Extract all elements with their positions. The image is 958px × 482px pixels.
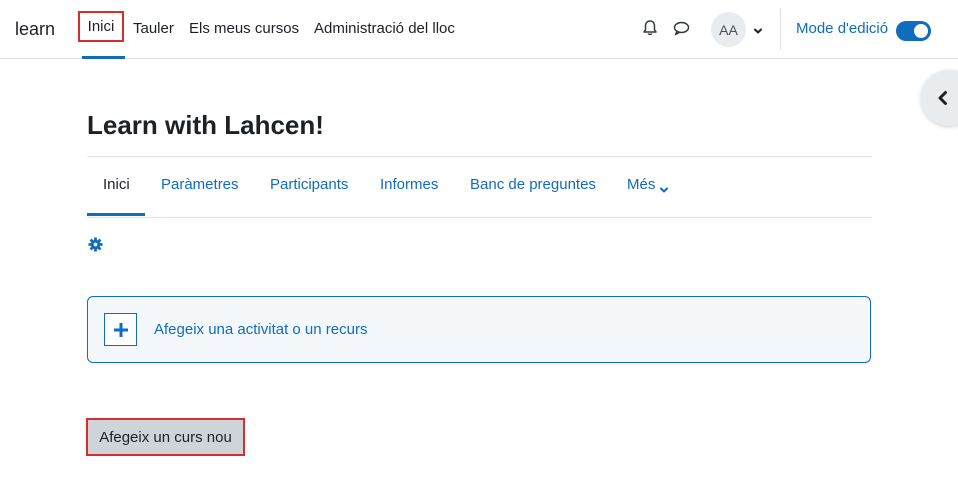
plus-icon — [104, 313, 137, 346]
edit-mode-toggle[interactable] — [896, 21, 931, 41]
tab-inici[interactable]: Inici — [103, 176, 130, 193]
gear-icon[interactable] — [88, 237, 103, 257]
tab-participants[interactable]: Participants — [270, 176, 348, 193]
active-nav-indicator — [82, 56, 125, 59]
tab-informes[interactable]: Informes — [380, 176, 438, 193]
nav-item-els-meus-cursos[interactable]: Els meus cursos — [189, 20, 299, 37]
nav-item-inici[interactable]: Inici — [78, 11, 124, 42]
chevron-left-icon — [938, 91, 947, 105]
chevron-down-icon[interactable] — [659, 182, 669, 200]
add-activity-label: Afegeix una activitat o un recurs — [154, 321, 368, 338]
active-tab-indicator — [87, 213, 145, 216]
tab-parametres[interactable]: Paràmetres — [161, 176, 239, 193]
navbar-divider — [780, 8, 781, 50]
avatar-initials: AA — [719, 21, 738, 38]
toggle-knob — [914, 24, 928, 38]
tab-banc-de-preguntes[interactable]: Banc de preguntes — [470, 176, 596, 193]
nav-item-tauler[interactable]: Tauler — [133, 20, 174, 37]
bell-icon[interactable] — [640, 18, 662, 40]
chat-bubble-icon[interactable] — [671, 18, 693, 40]
top-navbar: learn Inici Tauler Els meus cursos Admin… — [0, 0, 958, 59]
divider — [87, 217, 872, 218]
user-avatar[interactable]: AA — [711, 12, 746, 47]
add-activity-button[interactable]: Afegeix una activitat o un recurs — [87, 296, 871, 363]
divider — [87, 156, 872, 157]
drawer-toggle-button[interactable] — [921, 70, 958, 126]
tab-mes[interactable]: Més — [627, 176, 655, 193]
site-brand[interactable]: learn — [15, 19, 55, 40]
page-title: Learn with Lahcen! — [87, 110, 324, 140]
add-course-button[interactable]: Afegeix un curs nou — [86, 418, 245, 456]
chevron-down-icon[interactable] — [752, 24, 764, 36]
nav-item-administracio[interactable]: Administració del lloc — [314, 20, 455, 37]
nav-item-label: Inici — [87, 18, 115, 35]
edit-mode-label: Mode d'edició — [796, 20, 889, 37]
